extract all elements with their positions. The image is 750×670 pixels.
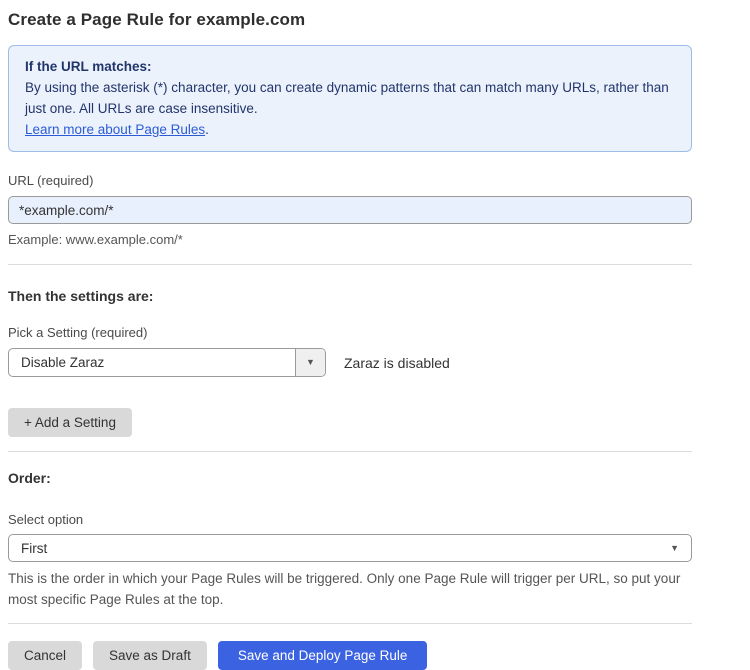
add-setting-button[interactable]: + Add a Setting xyxy=(8,408,132,437)
url-match-info-box: If the URL matches: By using the asteris… xyxy=(8,45,692,152)
order-section-heading: Order: xyxy=(8,470,51,486)
divider xyxy=(8,623,692,624)
info-box-heading: If the URL matches: xyxy=(25,59,152,74)
form-actions: Cancel Save as Draft Save and Deploy Pag… xyxy=(8,641,692,670)
page-title: Create a Page Rule for example.com xyxy=(8,10,306,29)
save-as-draft-button[interactable]: Save as Draft xyxy=(93,641,207,670)
order-select-label: Select option xyxy=(8,512,84,527)
settings-section-heading: Then the settings are: xyxy=(8,288,154,304)
divider xyxy=(8,451,692,452)
order-help-text: This is the order in which your Page Rul… xyxy=(8,571,681,607)
chevron-down-icon: ▼ xyxy=(670,542,679,553)
url-input[interactable] xyxy=(8,196,692,224)
save-and-deploy-button[interactable]: Save and Deploy Page Rule xyxy=(217,641,428,670)
pick-setting-label: Pick a Setting (required) xyxy=(8,325,148,340)
setting-row: Disable Zaraz ▼ Zaraz is disabled xyxy=(8,348,692,377)
setting-dropdown-value: Disable Zaraz xyxy=(21,355,105,370)
order-select[interactable]: First ▼ xyxy=(8,534,692,562)
page-rule-form: Create a Page Rule for example.com If th… xyxy=(8,0,692,670)
url-field-label: URL (required) xyxy=(8,173,94,188)
info-box-link-line: Learn more about Page Rules. xyxy=(25,119,675,140)
info-box-body: By using the asterisk (*) character, you… xyxy=(25,80,669,116)
url-example-help: Example: www.example.com/* xyxy=(8,232,183,247)
setting-status-text: Zaraz is disabled xyxy=(344,354,450,371)
chevron-down-icon: ▼ xyxy=(306,357,315,367)
learn-more-link[interactable]: Learn more about Page Rules xyxy=(25,122,205,137)
cancel-button[interactable]: Cancel xyxy=(8,641,83,670)
setting-dropdown[interactable]: Disable Zaraz ▼ xyxy=(8,348,326,377)
setting-dropdown-arrow-button[interactable]: ▼ xyxy=(295,349,325,376)
order-select-value: First xyxy=(21,540,48,556)
link-suffix: . xyxy=(205,122,209,137)
divider xyxy=(8,264,692,265)
